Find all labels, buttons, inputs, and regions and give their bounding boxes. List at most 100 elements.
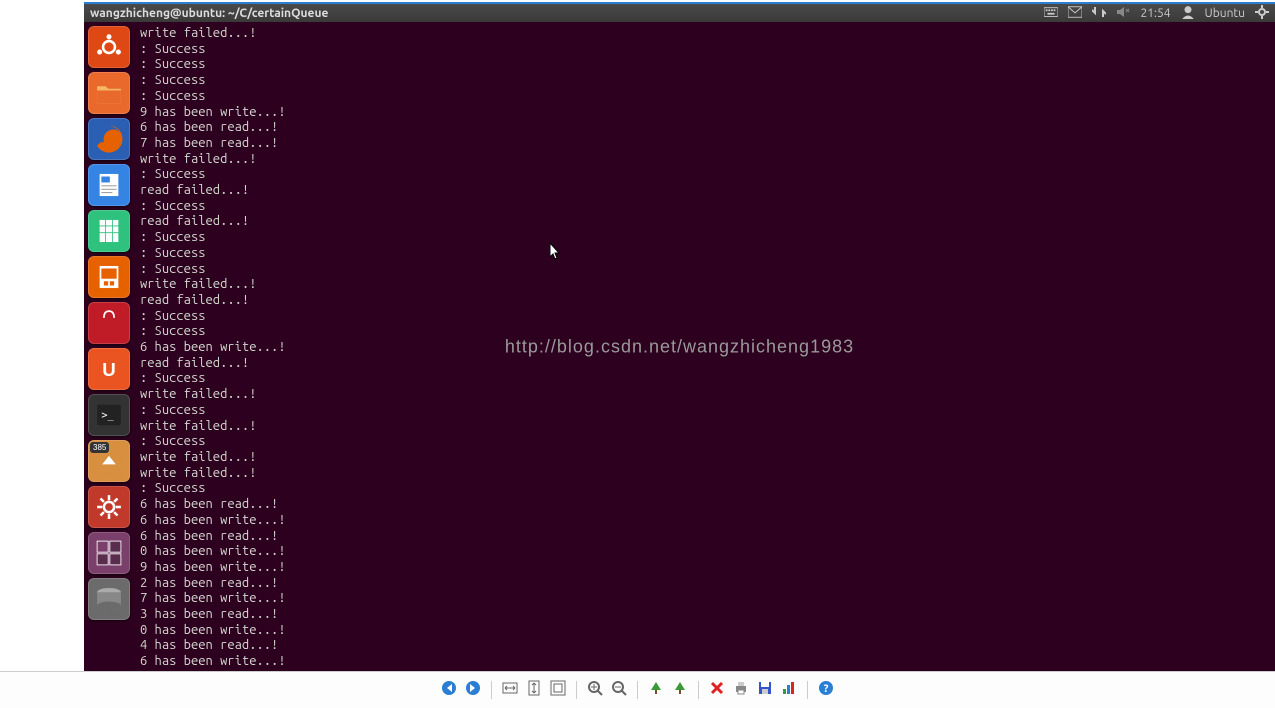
terminal-line: read failed...!	[140, 214, 1275, 230]
tree-b-button[interactable]	[670, 680, 690, 700]
next-button[interactable]	[463, 680, 483, 700]
u1-icon: U	[92, 352, 126, 386]
save-button[interactable]	[755, 680, 775, 700]
launcher-software[interactable]	[88, 302, 130, 344]
terminal-line: read failed...!	[140, 183, 1275, 199]
separator	[637, 681, 638, 699]
terminal-line: read failed...!	[140, 293, 1275, 309]
next-icon	[465, 680, 481, 700]
launcher-writer[interactable]	[88, 164, 130, 206]
launcher-dash[interactable]	[88, 26, 130, 68]
mail-icon[interactable]	[1068, 5, 1082, 22]
help-button[interactable]: ?	[816, 680, 836, 700]
terminal-line: 6 has been write...!	[140, 340, 1275, 356]
launcher-firefox[interactable]	[88, 118, 130, 160]
fit-screen-button[interactable]	[548, 680, 568, 700]
fits-icon	[550, 680, 566, 700]
launcher-settings[interactable]	[88, 486, 130, 528]
gear-icon[interactable]	[1255, 5, 1269, 22]
terminal-line: : Success	[140, 57, 1275, 73]
separator	[698, 681, 699, 699]
svg-text:?: ?	[824, 683, 829, 695]
terminal-line: : Success	[140, 481, 1275, 497]
bag-icon	[92, 306, 126, 340]
term-icon: >_	[92, 398, 126, 432]
terminal-line: : Success	[140, 246, 1275, 262]
launcher-updates[interactable]: 385	[88, 440, 130, 482]
tree-icon	[672, 680, 688, 700]
terminal-line: read failed...!	[140, 356, 1275, 372]
terminal-line: : Success	[140, 89, 1275, 105]
terminal-line: : Success	[140, 262, 1275, 278]
terminal-line: 3 has been read...!	[140, 607, 1275, 623]
chart-icon	[781, 680, 797, 700]
svg-text:U: U	[102, 359, 116, 380]
terminal-line: : Success	[140, 434, 1275, 450]
badge: 385	[90, 442, 109, 453]
terminal-line: 2 has been read...!	[140, 576, 1275, 592]
fitw-icon	[502, 680, 518, 700]
launcher-calc[interactable]	[88, 210, 130, 252]
indicator-area: 21:54 Ubuntu	[1044, 5, 1269, 22]
terminal[interactable]: write failed...!: Success: Success: Succ…	[84, 22, 1275, 671]
disk-icon	[92, 582, 126, 616]
fit-page-button[interactable]	[524, 680, 544, 700]
terminal-line: : Success	[140, 199, 1275, 215]
save-icon	[757, 680, 773, 700]
terminal-line: 0 has been write...!	[140, 623, 1275, 639]
launcher-workspace[interactable]	[88, 532, 130, 574]
terminal-line: : Success	[140, 403, 1275, 419]
volume-icon[interactable]	[1116, 5, 1130, 22]
fit-width-button[interactable]	[500, 680, 520, 700]
zin-icon	[587, 680, 603, 700]
terminal-line: : Success	[140, 167, 1275, 183]
mouse-cursor-icon	[550, 243, 562, 261]
tree-icon	[648, 680, 664, 700]
user-label[interactable]: Ubuntu	[1205, 7, 1246, 20]
separator	[491, 681, 492, 699]
terminal-line: 6 has been read...!	[140, 529, 1275, 545]
chart-button[interactable]	[779, 680, 799, 700]
terminal-line: 6 has been read...!	[140, 497, 1275, 513]
prev-button[interactable]	[439, 680, 459, 700]
terminal-line: 6 has been write...!	[140, 513, 1275, 529]
terminal-line: write failed...!	[140, 277, 1275, 293]
top-panel: wangzhicheng@ubuntu: ~/C/certainQueue 21…	[84, 2, 1275, 22]
terminal-line: 0 has been write...!	[140, 544, 1275, 560]
user-icon[interactable]	[1181, 5, 1195, 22]
launcher-disk[interactable]	[88, 578, 130, 620]
terminal-line: : Success	[140, 73, 1275, 89]
launcher: U >_ 385	[88, 26, 134, 620]
terminal-line: : Success	[140, 42, 1275, 58]
terminal-line: write failed...!	[140, 387, 1275, 403]
terminal-line: 6 has been write...!	[140, 654, 1275, 670]
zoom-in-button[interactable]	[585, 680, 605, 700]
launcher-terminal[interactable]: >_	[88, 394, 130, 436]
terminal-line: 7 has been write...!	[140, 591, 1275, 607]
zout-icon	[611, 680, 627, 700]
launcher-impress[interactable]	[88, 256, 130, 298]
help-icon: ?	[818, 680, 834, 700]
terminal-line: write failed...!	[140, 152, 1275, 168]
prev-icon	[441, 680, 457, 700]
ws-icon	[92, 536, 126, 570]
zoom-out-button[interactable]	[609, 680, 629, 700]
fitp-icon	[526, 680, 542, 700]
terminal-line: 7 has been read...!	[140, 136, 1275, 152]
launcher-files[interactable]	[88, 72, 130, 114]
terminal-line: write failed...!	[140, 26, 1275, 42]
tree-a-button[interactable]	[646, 680, 666, 700]
launcher-ubuntu-one[interactable]: U	[88, 348, 130, 390]
ubuntu-icon	[92, 30, 126, 64]
delete-button[interactable]	[707, 680, 727, 700]
keyboard-icon[interactable]	[1044, 5, 1058, 22]
network-icon[interactable]	[1092, 5, 1106, 22]
impress-icon	[92, 260, 126, 294]
separator	[576, 681, 577, 699]
bottom-toolbar: ?	[0, 671, 1275, 708]
clock[interactable]: 21:54	[1140, 7, 1170, 20]
terminal-line: write failed...!	[140, 450, 1275, 466]
print-button[interactable]	[731, 680, 751, 700]
terminal-line: write failed...!	[140, 466, 1275, 482]
terminal-line: : Success	[140, 324, 1275, 340]
